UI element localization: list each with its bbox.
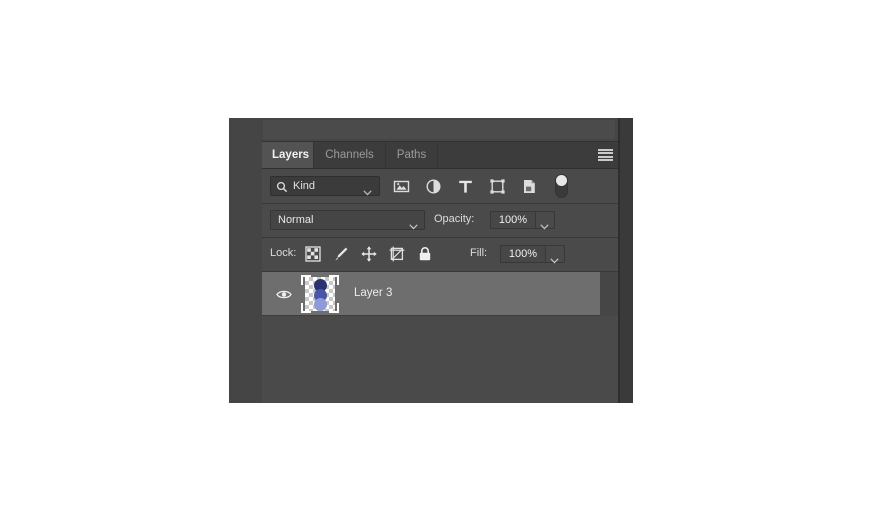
collapsed-panel-strip-inner [263, 120, 615, 139]
panel-right-edge [618, 118, 620, 403]
filter-adjustment-layers-icon[interactable] [425, 178, 442, 195]
layers-panel-body: Layers Channels Paths Kind Normal Opacit… [262, 118, 618, 403]
layer-list: Layer 3 [262, 272, 618, 403]
screenshot-canvas: Layers Channels Paths Kind Normal Opacit… [0, 0, 875, 515]
thumbnail-corner-bl [301, 303, 311, 313]
filter-kind-label: Kind [293, 180, 316, 192]
blend-mode-row: Normal Opacity: 100% [262, 204, 618, 238]
blend-mode-value: Normal [278, 214, 314, 226]
lock-image-pixels-icon[interactable] [332, 245, 350, 263]
fill-stepper[interactable] [546, 245, 565, 264]
collapsed-panel-strip[interactable] [262, 118, 618, 142]
lock-position-icon[interactable] [360, 245, 378, 263]
tab-channels[interactable]: Channels [314, 142, 386, 168]
opacity-label: Opacity: [434, 213, 475, 225]
hamburger-menu-icon[interactable] [598, 148, 613, 162]
filter-enable-toggle[interactable] [555, 174, 568, 198]
magnifier-icon [276, 180, 288, 193]
filter-smart-object-layers-icon[interactable] [521, 178, 538, 195]
opacity-input[interactable]: 100% [490, 211, 536, 229]
lock-all-icon[interactable] [416, 245, 434, 263]
filter-toggle-knob [556, 175, 567, 186]
lock-label: Lock: [270, 247, 297, 259]
lock-transparent-pixels-icon[interactable] [304, 245, 322, 263]
panel-right-gutter [618, 118, 633, 403]
eye-icon[interactable] [276, 287, 292, 299]
thumbnail-corner-tr [329, 275, 339, 285]
filter-pixel-layers-icon[interactable] [393, 178, 410, 195]
layer-name-label[interactable]: Layer 3 [354, 287, 392, 299]
thumbnail-corner-tl [301, 275, 311, 285]
chevron-down-icon [409, 217, 418, 235]
filter-type-layers-icon[interactable] [457, 178, 474, 195]
tab-paths[interactable]: Paths [386, 142, 438, 168]
chevron-down-icon [550, 251, 559, 269]
blend-mode-dropdown[interactable]: Normal [270, 210, 425, 230]
layer-filter-row: Kind [262, 169, 618, 204]
layers-panel: Layers Channels Paths Kind Normal Opacit… [229, 118, 633, 403]
lock-artboard-nesting-icon[interactable] [388, 245, 406, 263]
lock-row: Lock: Fill: 100% [262, 238, 618, 272]
table-row[interactable]: Layer 3 [262, 272, 600, 316]
chevron-down-icon [363, 183, 372, 201]
filter-kind-dropdown[interactable]: Kind [270, 176, 380, 196]
thumbnail-corner-br [329, 303, 339, 313]
fill-input[interactable]: 100% [500, 245, 546, 263]
panel-tab-bar: Layers Channels Paths [262, 142, 618, 169]
chevron-down-icon [540, 217, 549, 235]
thumbnail-circle-3 [313, 298, 327, 311]
layer-thumbnail[interactable] [301, 275, 339, 313]
opacity-stepper[interactable] [536, 211, 555, 230]
filter-shape-layers-icon[interactable] [489, 178, 506, 195]
layer-list-empty-area[interactable] [262, 316, 618, 403]
panel-left-gutter [229, 118, 262, 403]
tab-layers[interactable]: Layers [262, 142, 314, 168]
fill-label: Fill: [470, 247, 488, 259]
